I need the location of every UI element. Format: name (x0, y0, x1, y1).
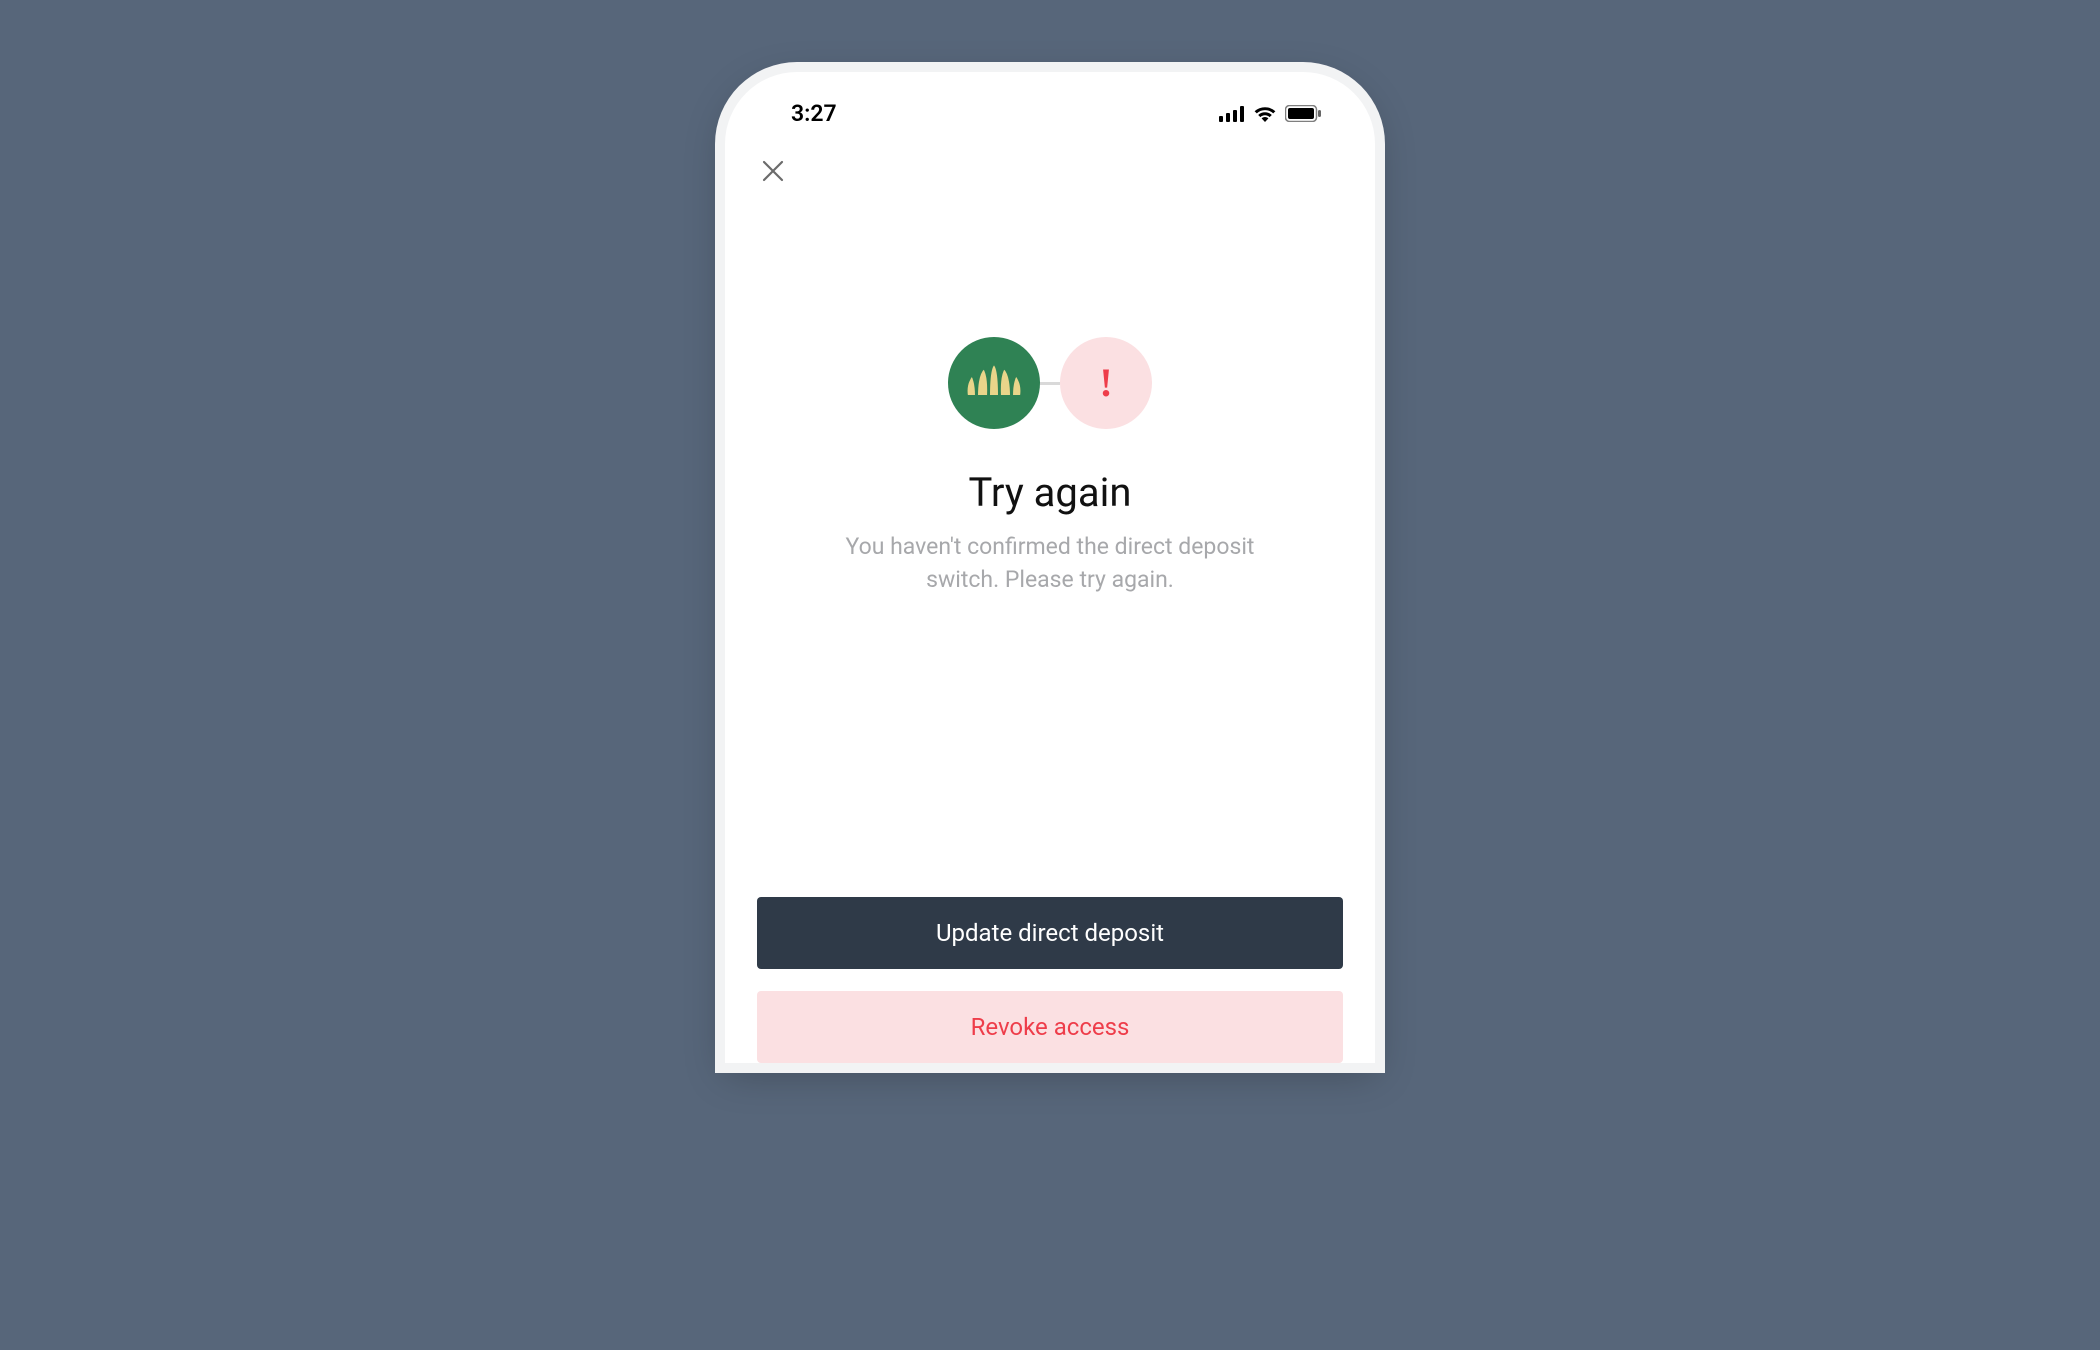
page-subtitle: You haven't confirmed the direct deposit… (810, 530, 1290, 597)
revoke-access-button[interactable]: Revoke access (757, 991, 1343, 1063)
button-stack: Update direct deposit Revoke access (725, 897, 1375, 1063)
error-badge-icon: ! (1060, 337, 1152, 429)
phone-frame: 3:27 (725, 72, 1375, 1063)
status-icon-pair: ! (948, 337, 1152, 429)
connector-line (1040, 382, 1060, 385)
content: ! Try again You haven't confirmed the di… (725, 187, 1375, 597)
status-indicators (1219, 105, 1327, 122)
cellular-icon (1219, 106, 1245, 122)
battery-icon (1285, 105, 1321, 122)
page-title: Try again (969, 469, 1132, 516)
brand-croissant-icon (948, 337, 1040, 429)
status-time: 3:27 (773, 100, 837, 127)
status-bar: 3:27 (725, 72, 1375, 135)
close-icon[interactable] (761, 159, 785, 183)
wifi-icon (1253, 105, 1277, 122)
nav-bar (725, 135, 1375, 187)
update-direct-deposit-button[interactable]: Update direct deposit (757, 897, 1343, 969)
exclamation-glyph: ! (1099, 363, 1112, 403)
